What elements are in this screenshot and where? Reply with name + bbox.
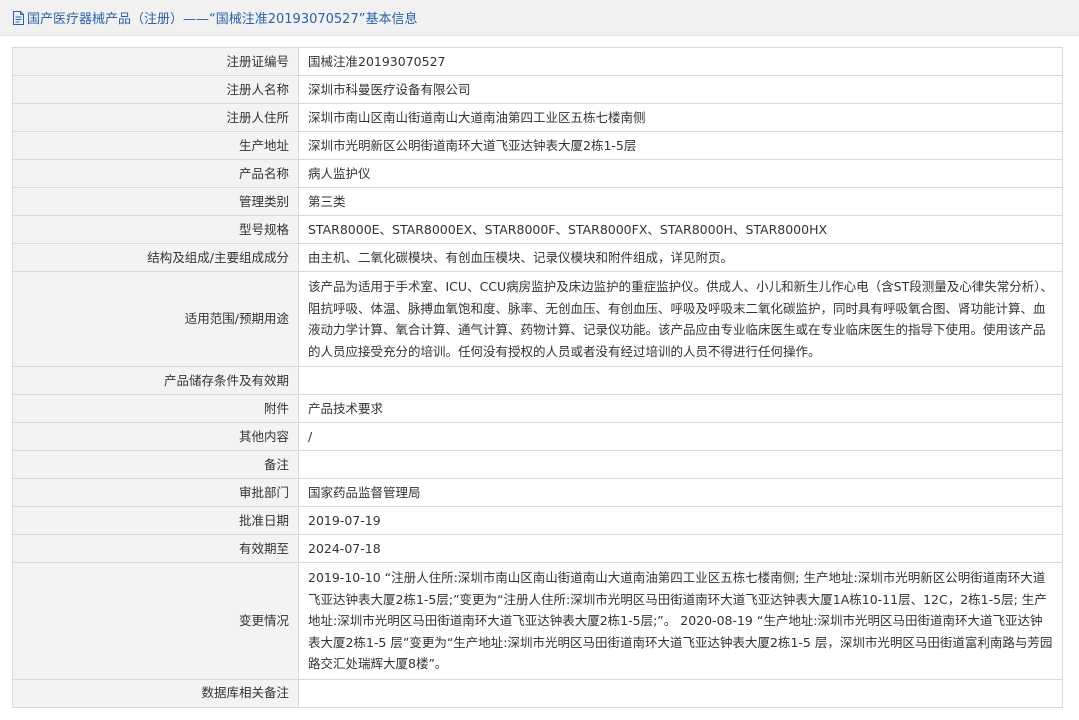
field-value-database-remarks	[298, 678, 1063, 708]
field-label-registrant-address: 注册人住所	[12, 103, 299, 132]
table-row: 批准日期 2019-07-19	[12, 506, 1063, 535]
field-label-storage-conditions: 产品储存条件及有效期	[12, 366, 299, 395]
info-table-container: 注册证编号 国械注准20193070527 注册人名称 深圳市科曼医疗设备有限公…	[12, 47, 1063, 708]
field-value-production-address: 深圳市光明新区公明街道南环大道飞亚达钟表大厦2栋1-5层	[298, 131, 1063, 160]
field-value-intended-use: 该产品为适用于手术室、ICU、CCU病房监护及床边监护的重症监护仪。供成人、小儿…	[298, 271, 1063, 367]
field-value-structure-composition: 由主机、二氧化碳模块、有创血压模块、记录仪模块和附件组成，详见附页。	[298, 243, 1063, 272]
table-row: 注册证编号 国械注准20193070527	[12, 47, 1063, 76]
table-row: 其他内容 /	[12, 422, 1063, 451]
page-title: 国产医疗器械产品（注册）——“国械注准20193070527”基本信息	[27, 12, 418, 27]
table-row: 有效期至 2024-07-18	[12, 534, 1063, 563]
field-value-other-content: /	[298, 422, 1063, 451]
field-value-management-class: 第三类	[298, 187, 1063, 216]
table-row: 注册人名称 深圳市科曼医疗设备有限公司	[12, 75, 1063, 104]
field-label-product-name: 产品名称	[12, 159, 299, 188]
field-value-valid-until: 2024-07-18	[298, 534, 1063, 563]
field-label-other-content: 其他内容	[12, 422, 299, 451]
field-value-storage-conditions	[298, 366, 1063, 395]
table-row: 附件 产品技术要求	[12, 394, 1063, 423]
field-value-change-history: 2019-10-10 “注册人住所:深圳市南山区南山街道南山大道南油第四工业区五…	[298, 562, 1063, 680]
field-label-model-spec: 型号规格	[12, 215, 299, 244]
field-label-approval-department: 审批部门	[12, 478, 299, 507]
field-value-attachment: 产品技术要求	[298, 394, 1063, 423]
field-label-valid-until: 有效期至	[12, 534, 299, 563]
field-label-remarks: 备注	[12, 450, 299, 479]
field-label-management-class: 管理类别	[12, 187, 299, 216]
field-label-attachment: 附件	[12, 394, 299, 423]
info-table: 注册证编号 国械注准20193070527 注册人名称 深圳市科曼医疗设备有限公…	[12, 47, 1063, 708]
field-value-model-spec: STAR8000E、STAR8000EX、STAR8000F、STAR8000F…	[298, 215, 1063, 244]
table-row: 变更情况 2019-10-10 “注册人住所:深圳市南山区南山街道南山大道南油第…	[12, 562, 1063, 680]
field-label-structure-composition: 结构及组成/主要组成成分	[12, 243, 299, 272]
field-label-registrant-name: 注册人名称	[12, 75, 299, 104]
field-value-approval-department: 国家药品监督管理局	[298, 478, 1063, 507]
table-row: 备注	[12, 450, 1063, 479]
table-row: 注册人住所 深圳市南山区南山街道南山大道南油第四工业区五栋七楼南侧	[12, 103, 1063, 132]
table-row: 结构及组成/主要组成成分 由主机、二氧化碳模块、有创血压模块、记录仪模块和附件组…	[12, 243, 1063, 272]
field-value-registrant-name: 深圳市科曼医疗设备有限公司	[298, 75, 1063, 104]
table-row: 生产地址 深圳市光明新区公明街道南环大道飞亚达钟表大厦2栋1-5层	[12, 131, 1063, 160]
field-value-registrant-address: 深圳市南山区南山街道南山大道南油第四工业区五栋七楼南侧	[298, 103, 1063, 132]
table-row: 型号规格 STAR8000E、STAR8000EX、STAR8000F、STAR…	[12, 215, 1063, 244]
field-label-change-history: 变更情况	[12, 562, 299, 680]
field-label-intended-use: 适用范围/预期用途	[12, 271, 299, 367]
table-row: 数据库相关备注	[12, 678, 1063, 708]
field-value-product-name: 病人监护仪	[298, 159, 1063, 188]
field-value-remarks	[298, 450, 1063, 479]
field-label-production-address: 生产地址	[12, 131, 299, 160]
field-value-approval-date: 2019-07-19	[298, 506, 1063, 535]
table-row: 适用范围/预期用途 该产品为适用于手术室、ICU、CCU病房监护及床边监护的重症…	[12, 271, 1063, 367]
document-icon	[13, 10, 24, 25]
table-row: 管理类别 第三类	[12, 187, 1063, 216]
field-label-registration-number: 注册证编号	[12, 47, 299, 76]
table-row: 产品储存条件及有效期	[12, 366, 1063, 395]
field-label-approval-date: 批准日期	[12, 506, 299, 535]
table-row: 审批部门 国家药品监督管理局	[12, 478, 1063, 507]
table-row: 产品名称 病人监护仪	[12, 159, 1063, 188]
field-value-registration-number: 国械注准20193070527	[298, 47, 1063, 76]
field-label-database-remarks: 数据库相关备注	[12, 678, 299, 708]
page-header: 国产医疗器械产品（注册）——“国械注准20193070527”基本信息	[0, 0, 1079, 36]
